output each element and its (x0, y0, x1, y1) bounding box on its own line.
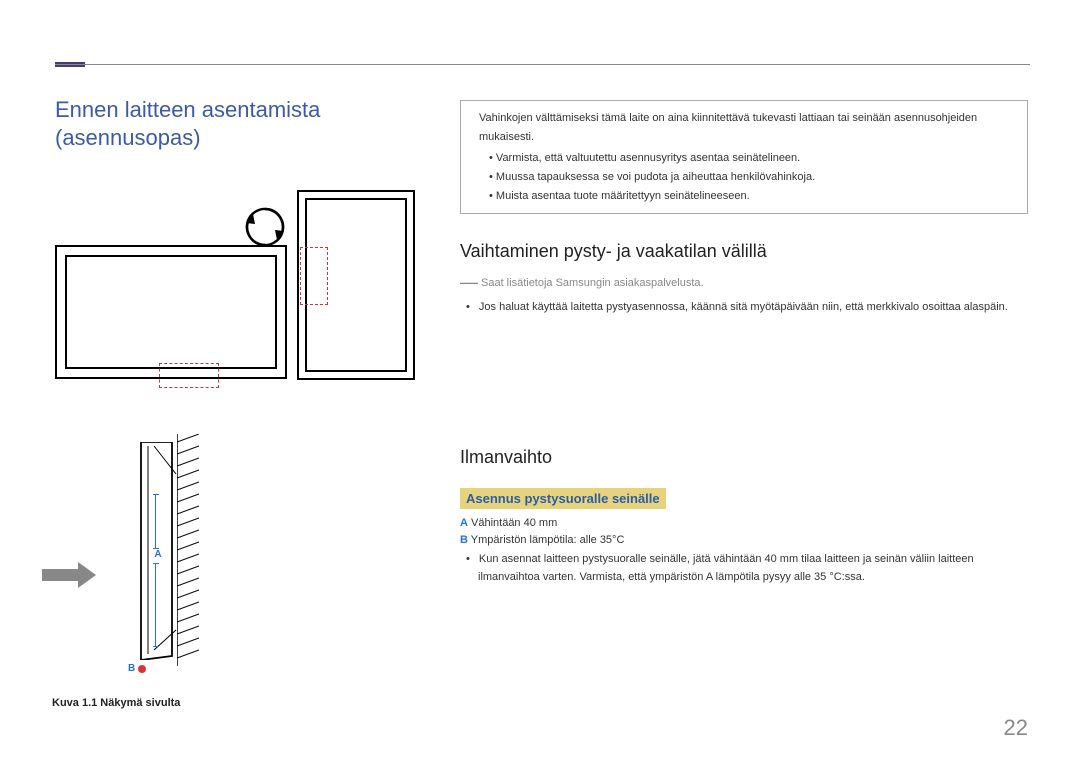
warning-main: Vahinkojen välttämiseksi tämä laite on a… (479, 109, 1015, 146)
letter-b: B (460, 534, 468, 546)
orientation-diagram (55, 190, 415, 385)
sub-heading-highlight: Asennus pystysuoralle seinälle (460, 488, 666, 509)
bullet: Kun asennat laitteen pystysuoralle seinä… (478, 551, 1028, 586)
warning-bullet: Muussa tapauksessa se voi pudota ja aihe… (489, 168, 1015, 187)
warning-bullet: Muista asentaa tuote määritettyyn seinät… (489, 187, 1015, 206)
left-column (55, 190, 415, 385)
side-view-diagram: A B (42, 424, 282, 689)
top-divider (55, 64, 1030, 65)
section-orientation: Vaihtaminen pysty- ja vaakatilan välillä… (460, 241, 1028, 317)
section-heading: Ilmanvaihto (460, 447, 1028, 468)
page-number: 22 (1004, 715, 1028, 741)
bullet: Jos haluat käyttää laitetta pystyasennos… (478, 299, 1028, 317)
section-title: Ennen laitteen asentamista (asennusopas) (55, 96, 415, 151)
label-b: B (128, 663, 135, 674)
warning-bullet: Varmista, että valtuutettu asennusyritys… (489, 149, 1015, 168)
def-a: A Vähintään 40 mm (460, 517, 1028, 529)
note-line: ―Saat lisätietoja Samsungin asiakaspalve… (460, 272, 1028, 293)
figure-caption: Kuva 1.1 Näkymä sivulta (52, 697, 282, 709)
dim-bar-top (155, 494, 156, 549)
arrow-icon (42, 562, 96, 588)
label-a: A (152, 549, 164, 560)
red-dot (138, 665, 146, 673)
letter-a: A (460, 517, 468, 529)
section-ventilation: Ilmanvaihto Asennus pystysuoralle seinäl… (460, 447, 1028, 586)
note-text: Saat lisätietoja Samsungin asiakaspalvel… (481, 277, 704, 289)
dim-bar-bottom (155, 563, 156, 647)
def-b: B Ympäristön lämpötila: alle 35°C (460, 534, 1028, 546)
rotate-icon (241, 203, 289, 251)
right-column: Vahinkojen välttämiseksi tämä laite on a… (460, 100, 1028, 586)
section-heading: Vaihtaminen pysty- ja vaakatilan välillä (460, 241, 1028, 262)
warning-box: Vahinkojen välttämiseksi tämä laite on a… (460, 100, 1028, 214)
side-view-diagram-wrap: A B Kuva 1.1 Näkymä sivulta (42, 424, 282, 709)
